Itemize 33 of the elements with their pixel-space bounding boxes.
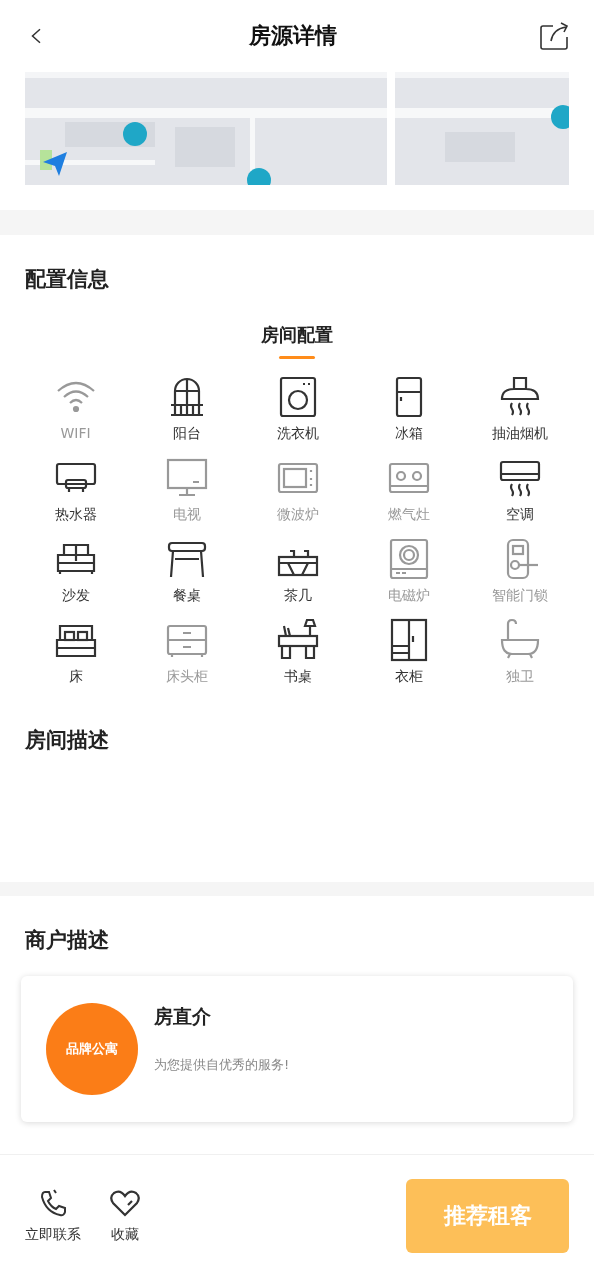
amenity-label: 燃气灶 (387, 506, 430, 524)
amenity-label: 抽油烟机 (491, 425, 548, 443)
action-label[interactable]: 收藏 (111, 1226, 139, 1244)
phone-icon[interactable] (38, 1188, 68, 1218)
amenity-label: 餐桌 (172, 587, 201, 605)
section-title: 房间描述 (25, 727, 110, 754)
merchant-slogan: 为您提供自优秀的服务! (154, 1056, 290, 1074)
amenity-label: 床 (68, 668, 83, 686)
amenity-label: 衣柜 (394, 668, 423, 686)
amenity-label: 沙发 (61, 587, 90, 605)
room-config-tab[interactable]: 房间配置 (261, 323, 333, 359)
amenity-label: 阳台 (172, 425, 201, 443)
section-title: 配置信息 (25, 266, 110, 293)
amenity-label: 空调 (505, 506, 534, 524)
section-title: 商户描述 (25, 927, 110, 954)
page-title: 房源详情 (248, 22, 337, 50)
amenity-label: 电磁炉 (387, 587, 430, 605)
merchant-logo: 品牌公寓 (46, 1003, 138, 1095)
action-label[interactable]: 立即联系 (25, 1226, 81, 1244)
amenity-label: 床头柜 (165, 668, 208, 686)
merchant-name: 房直介 (154, 1004, 212, 1029)
amenity-label: 电视 (172, 506, 201, 524)
amenity-label: 热水器 (54, 506, 97, 524)
amenity-label: WIFI (60, 425, 91, 441)
amenity-label: 洗衣机 (276, 425, 319, 443)
heart-icon[interactable] (109, 1188, 141, 1218)
amenity-label: 茶几 (283, 587, 312, 605)
amenity-label: 智能门锁 (491, 587, 548, 605)
amenity-label: 独卫 (505, 668, 534, 686)
amenity-label: 冰箱 (394, 425, 423, 443)
amenity-label: 书桌 (283, 668, 312, 686)
amenity-label: 微波炉 (276, 506, 319, 524)
share-icon[interactable] (539, 21, 569, 51)
